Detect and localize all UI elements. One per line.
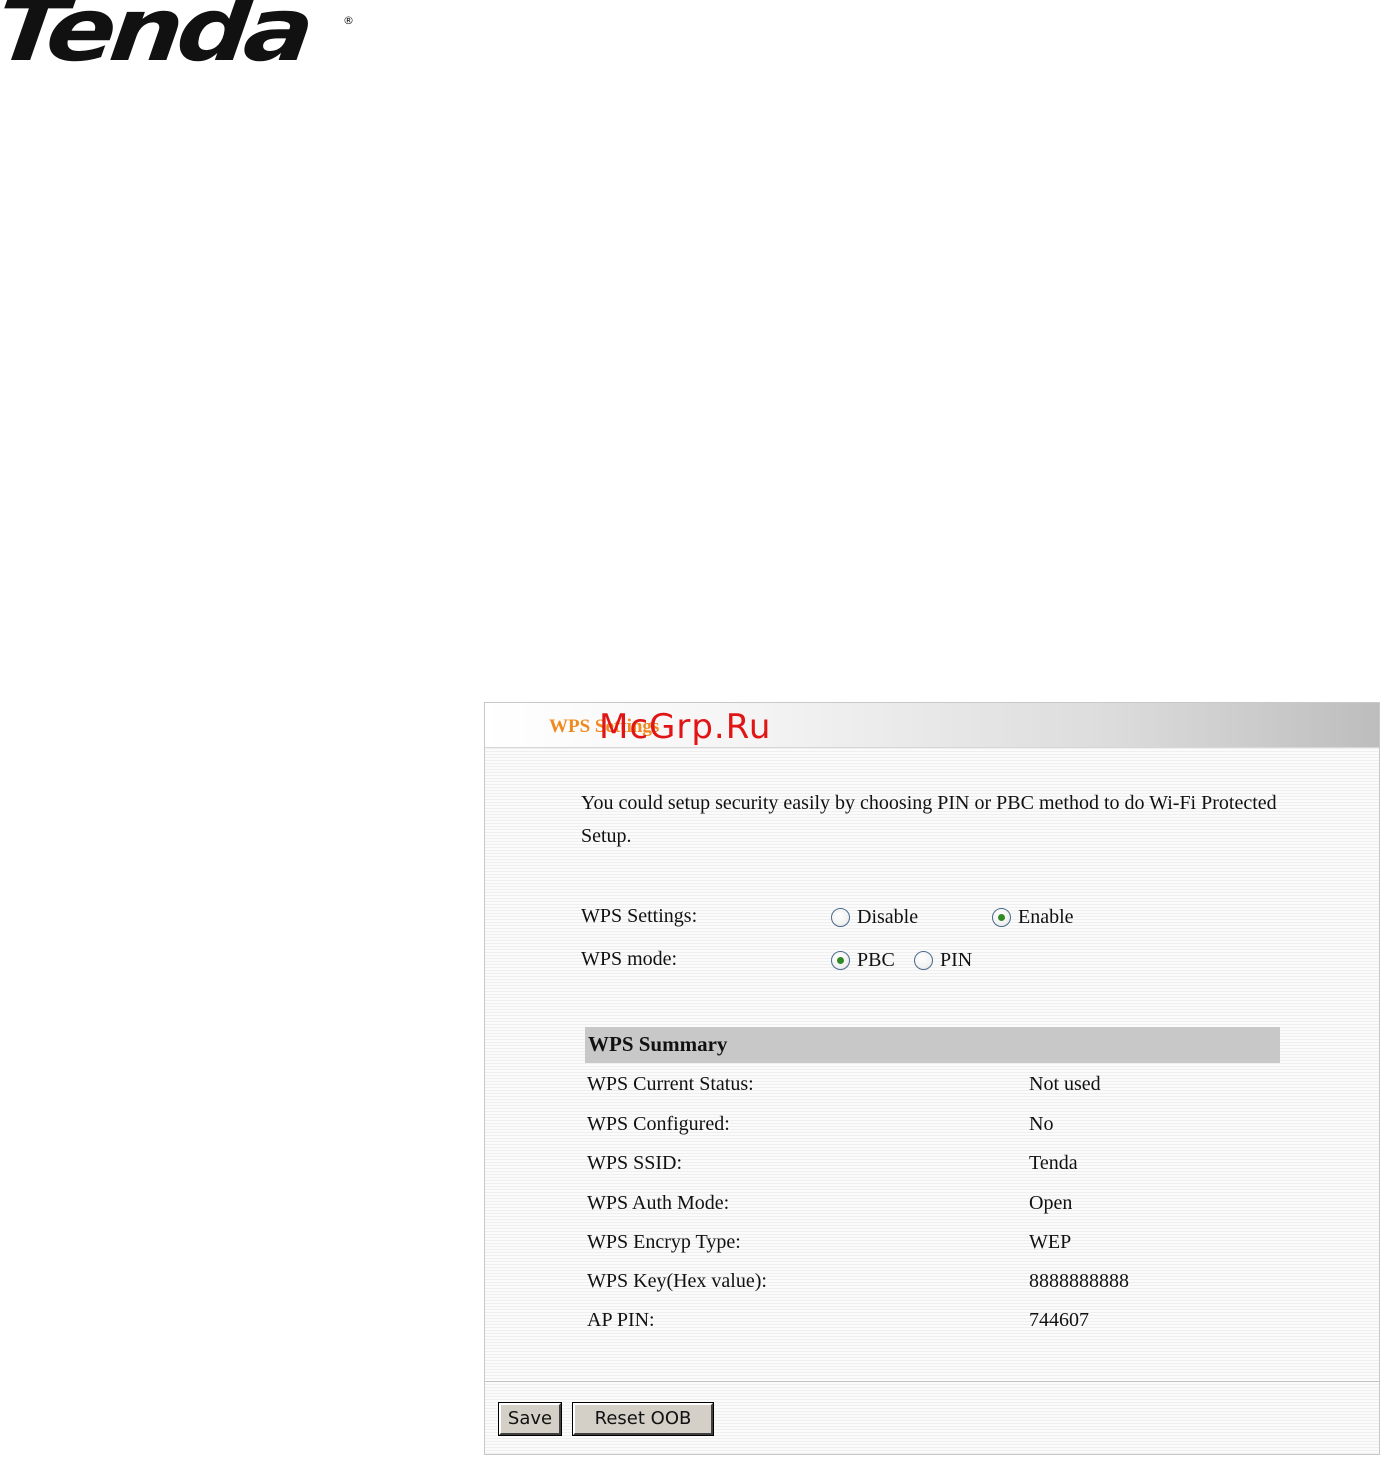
- summary-label-encryp-type: WPS Encryp Type:: [587, 1231, 741, 1253]
- wps-pbc-radio[interactable]: [831, 951, 850, 970]
- wps-pin-label[interactable]: PIN: [940, 949, 972, 972]
- wps-enable-label[interactable]: Enable: [1018, 906, 1074, 929]
- wps-disable-label[interactable]: Disable: [857, 906, 918, 929]
- summary-label-configured: WPS Configured:: [587, 1113, 730, 1135]
- logo-text: Tenda: [0, 0, 315, 81]
- registered-mark: ®: [343, 14, 354, 27]
- summary-label-key-hex: WPS Key(Hex value):: [587, 1270, 767, 1292]
- summary-label-auth-mode: WPS Auth Mode:: [587, 1192, 730, 1214]
- wps-enable-radio[interactable]: [992, 908, 1011, 927]
- wps-pin-radio[interactable]: [914, 951, 933, 970]
- summary-value-current-status: Not used: [1029, 1073, 1101, 1095]
- summary-label-ap-pin: AP PIN:: [587, 1309, 655, 1331]
- summary-label-current-status: WPS Current Status:: [587, 1073, 754, 1095]
- summary-label-ssid: WPS SSID:: [587, 1152, 683, 1174]
- summary-value-ap-pin: 744607: [1029, 1309, 1089, 1331]
- wps-settings-panel: WPS Settings McGrp.Ru You could setup se…: [484, 702, 1380, 1455]
- tenda-logo: Tenda ®: [0, 0, 362, 82]
- summary-value-configured: No: [1029, 1113, 1054, 1135]
- wps-mode-label: WPS mode:: [581, 948, 678, 970]
- wps-disable-radio[interactable]: [831, 908, 850, 927]
- summary-value-key-hex: 8888888888: [1029, 1270, 1129, 1292]
- watermark: McGrp.Ru: [599, 707, 772, 747]
- save-button[interactable]: Save: [499, 1403, 561, 1435]
- wps-settings-label: WPS Settings:: [581, 905, 698, 927]
- reset-oob-button[interactable]: Reset OOB: [573, 1403, 713, 1435]
- wps-pbc-label[interactable]: PBC: [857, 949, 895, 972]
- wps-summary-header: WPS Summary: [585, 1027, 1280, 1063]
- summary-value-ssid: Tenda: [1029, 1152, 1078, 1174]
- summary-value-auth-mode: Open: [1029, 1192, 1073, 1214]
- intro-text: You could setup security easily by choos…: [581, 792, 1277, 847]
- summary-value-encryp-type: WEP: [1029, 1231, 1072, 1253]
- wps-summary-title: WPS Summary: [588, 1032, 728, 1056]
- panel-header: WPS Settings McGrp.Ru: [485, 703, 1379, 748]
- footer-divider: [485, 1381, 1379, 1382]
